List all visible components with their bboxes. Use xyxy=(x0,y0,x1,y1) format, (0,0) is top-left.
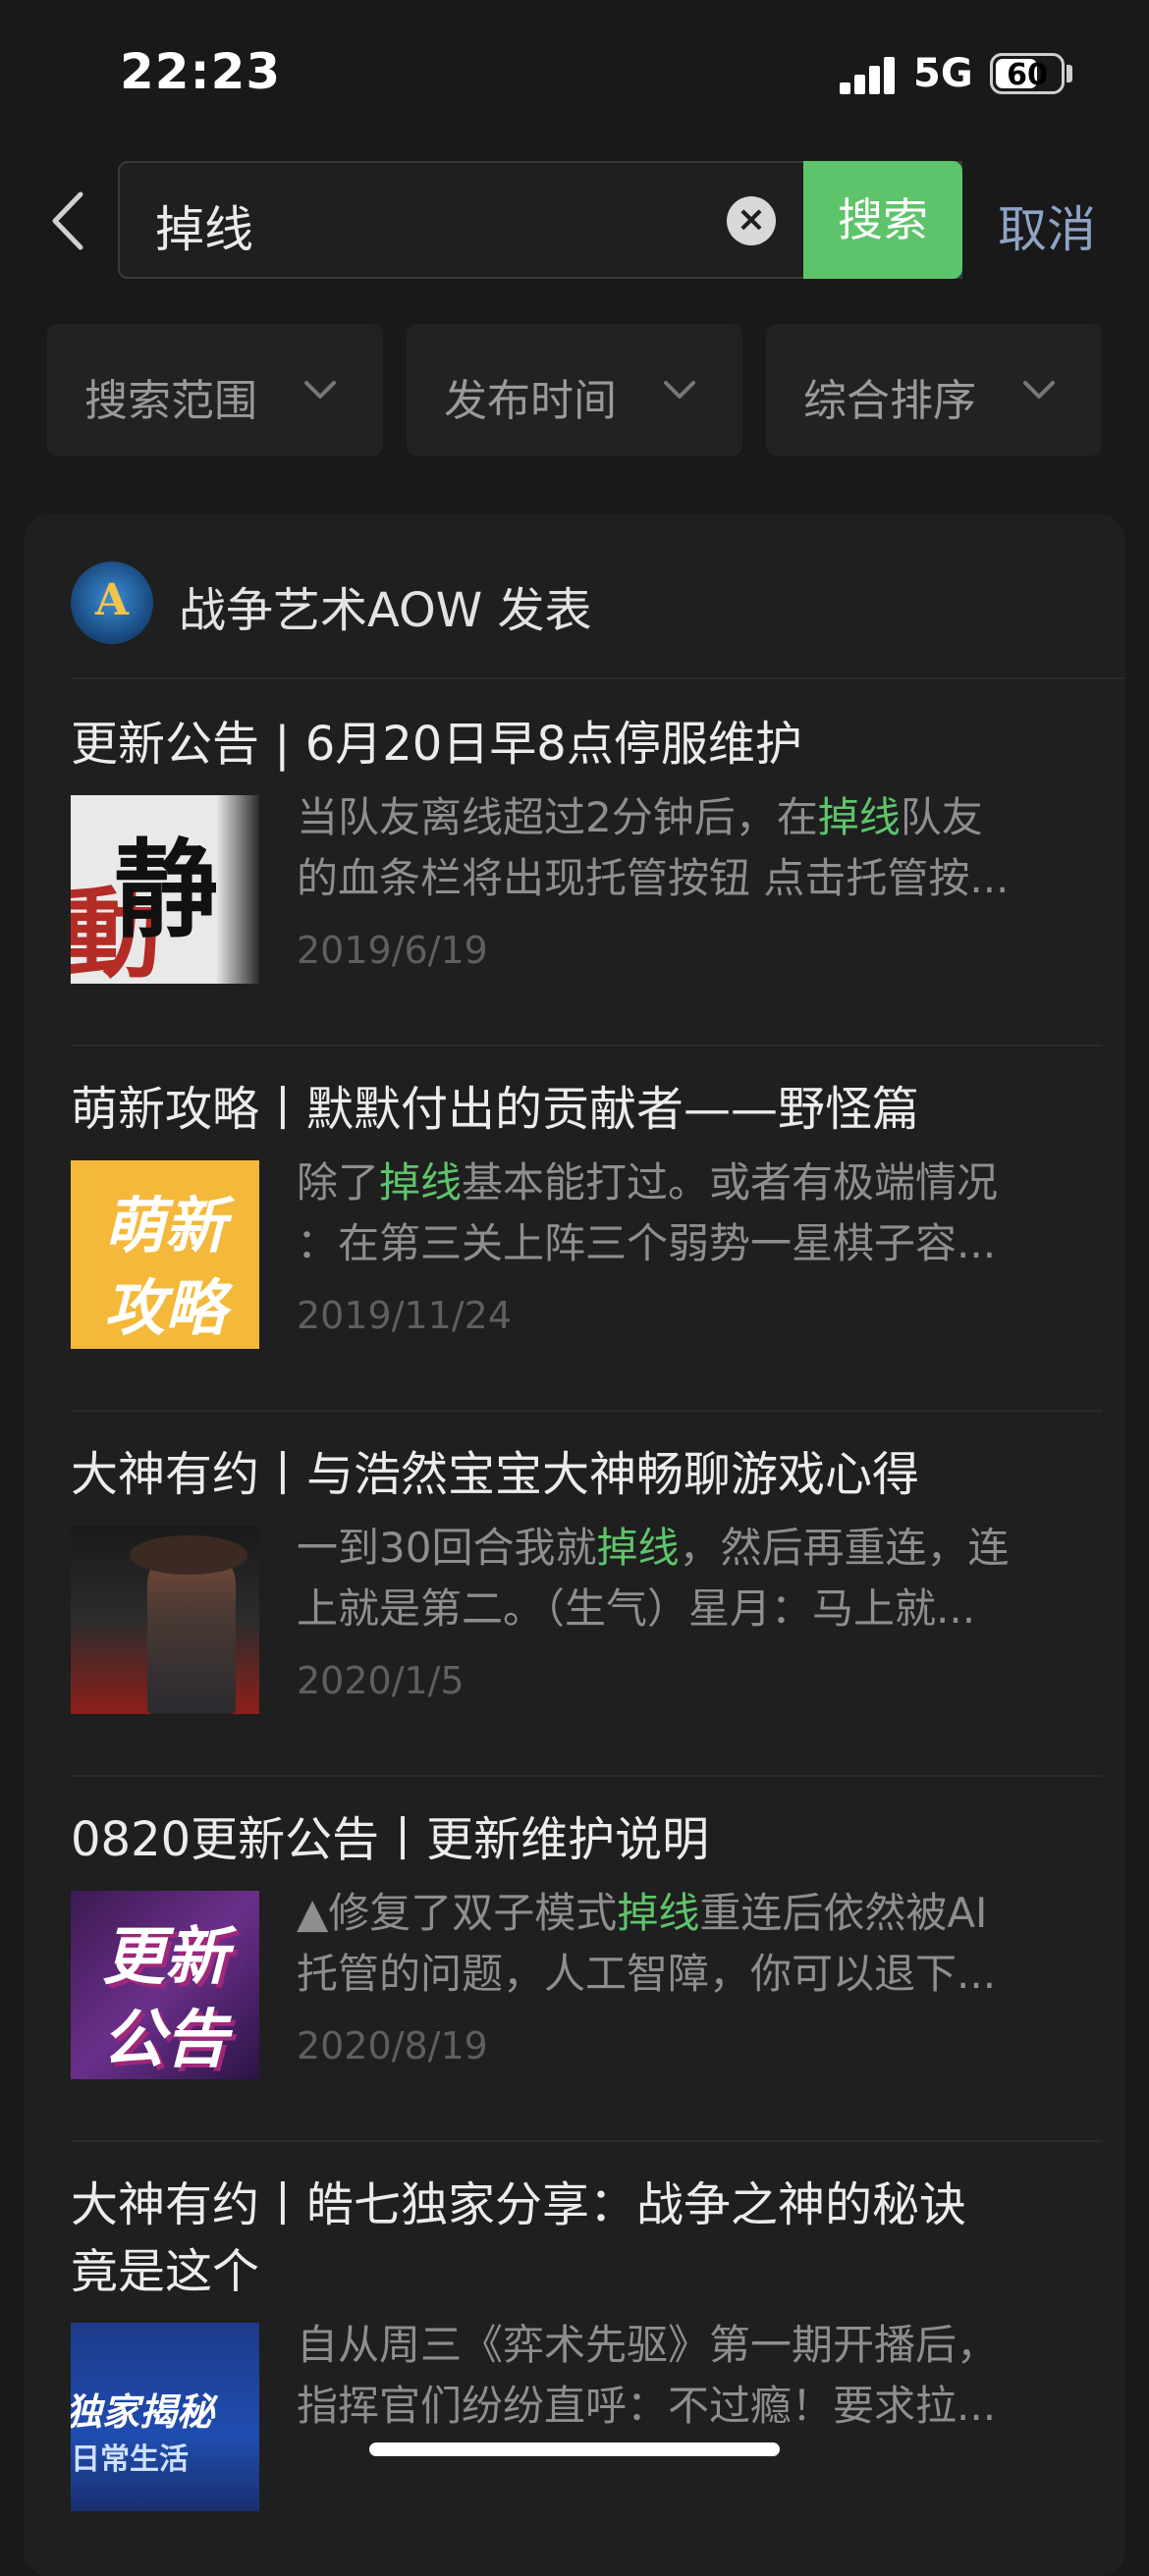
article-title: 大神有约丨皓七独家分享：战争之神的秘诀 xyxy=(71,2177,967,2232)
search-query: 掉线 xyxy=(155,201,253,258)
article-thumbnail: 独家揭秘 日常生活 xyxy=(71,2323,259,2511)
home-indicator[interactable] xyxy=(369,2442,780,2456)
divider xyxy=(71,1045,1102,1046)
article-thumbnail xyxy=(71,1526,259,1714)
list-item[interactable]: 萌新攻略丨默默付出的贡献者——野怪篇 萌新 攻略 除了掉线基本能打过。或者有极端… xyxy=(71,1076,1102,1349)
article-thumbnail: 動 静 xyxy=(71,795,259,984)
avatar-letter: A xyxy=(94,575,130,625)
battery-level: 60 xyxy=(1007,58,1048,92)
chevron-down-icon xyxy=(304,381,336,399)
divider xyxy=(71,1410,1102,1412)
network-type: 5G xyxy=(913,51,973,96)
cancel-button[interactable]: 取消 xyxy=(998,190,1096,261)
list-item[interactable]: 大神有约丨皓七独家分享：战争之神的秘诀 竟是这个 独家揭秘 日常生活 自从周三《… xyxy=(71,2172,1102,2511)
thumbnail-text: 萌新 xyxy=(103,1190,226,1261)
search-button[interactable]: 搜索 xyxy=(803,161,962,279)
keyword-highlight: 掉线 xyxy=(617,1889,700,1937)
article-date: 2019/6/19 xyxy=(297,929,488,972)
back-button[interactable] xyxy=(39,187,98,255)
results-card: A 战争艺术AOW 发表 更新公告 | 6月20日早8点停服维护 動 静 当队友… xyxy=(24,514,1125,2576)
divider xyxy=(71,677,1125,679)
battery-nub xyxy=(1067,65,1072,82)
filter-label: 搜索范围 xyxy=(84,376,257,426)
article-title-continued: 竟是这个 xyxy=(71,2244,260,2299)
chevron-left-icon xyxy=(52,191,83,250)
article-snippet: 一到30回合我就掉线，然后再重连，连 上就是第二。（生气）星月：马上就... xyxy=(297,1524,1010,1633)
account-name: 战争艺术AOW 发表 xyxy=(179,583,592,638)
filter-publish-time[interactable]: 发布时间 xyxy=(407,324,742,456)
article-date: 2020/8/19 xyxy=(297,2024,488,2067)
clear-icon[interactable]: × xyxy=(727,196,776,245)
filter-search-scope[interactable]: 搜索范围 xyxy=(47,324,383,456)
article-title: 大神有约丨与浩然宝宝大神畅聊游戏心得 xyxy=(71,1447,920,1502)
article-title: 萌新攻略丨默默付出的贡献者——野怪篇 xyxy=(71,1082,920,1137)
thumbnail-text: 公告 xyxy=(102,2004,228,2076)
thumbnail-text: 独家揭秘 xyxy=(71,2390,215,2434)
divider xyxy=(71,2140,1102,2142)
list-item[interactable]: 大神有约丨与浩然宝宝大神畅聊游戏心得 一到30回合我就掉线，然后再重连，连 上就… xyxy=(71,1441,1102,1714)
article-date: 2019/11/24 xyxy=(297,1294,513,1337)
article-title: 0820更新公告丨更新维护说明 xyxy=(71,1812,710,1867)
filter-label: 发布时间 xyxy=(444,376,617,426)
list-item[interactable]: 更新公告 | 6月20日早8点停服维护 動 静 当队友离线超过2分钟后，在掉线队… xyxy=(71,711,1102,984)
divider xyxy=(71,1775,1102,1777)
thumbnail-text: 静 xyxy=(114,829,221,952)
article-thumbnail: 更新 公告 xyxy=(71,1891,259,2079)
status-time: 22:23 xyxy=(120,43,282,100)
article-thumbnail: 萌新 攻略 xyxy=(71,1160,259,1349)
article-snippet: 当队友离线超过2分钟后，在掉线队友 的血条栏将出现托管按钮 点击托管按... xyxy=(297,793,1010,902)
keyword-highlight: 掉线 xyxy=(817,793,901,841)
filter-sort-order[interactable]: 综合排序 xyxy=(766,324,1102,456)
chevron-down-icon xyxy=(1023,381,1055,399)
article-title: 更新公告 | 6月20日早8点停服维护 xyxy=(71,717,802,772)
thumbnail-text: 日常生活 xyxy=(71,2442,189,2477)
article-snippet: 除了掉线基本能打过。或者有极端情况 ：在第三关上阵三个弱势一星棋子容... xyxy=(297,1158,999,1267)
thumbnail-text: 攻略 xyxy=(103,1272,226,1344)
thumbnail-text: 更新 xyxy=(102,1921,228,1994)
filter-label: 综合排序 xyxy=(803,376,976,426)
keyword-highlight: 掉线 xyxy=(596,1524,680,1572)
keyword-highlight: 掉线 xyxy=(379,1158,463,1207)
avatar: A xyxy=(71,562,153,644)
article-snippet: 自从周三《弈术先驱》第一期开播后， 指挥官们纷纷直呼：不过瘾！要求拉... xyxy=(297,2321,999,2430)
article-snippet: ▲修复了双子模式掉线重连后依然被AI 托管的问题，人工智障，你可以退下... xyxy=(297,1889,997,1998)
chevron-down-icon xyxy=(664,381,695,399)
list-item[interactable]: 0820更新公告丨更新维护说明 更新 公告 ▲修复了双子模式掉线重连后依然被AI… xyxy=(71,1806,1102,2079)
cellular-signal-icon xyxy=(840,55,897,94)
status-bar: 22:23 5G 60 xyxy=(0,0,1149,147)
battery-icon: 60 xyxy=(990,53,1065,94)
article-date: 2020/1/5 xyxy=(297,1659,465,1702)
